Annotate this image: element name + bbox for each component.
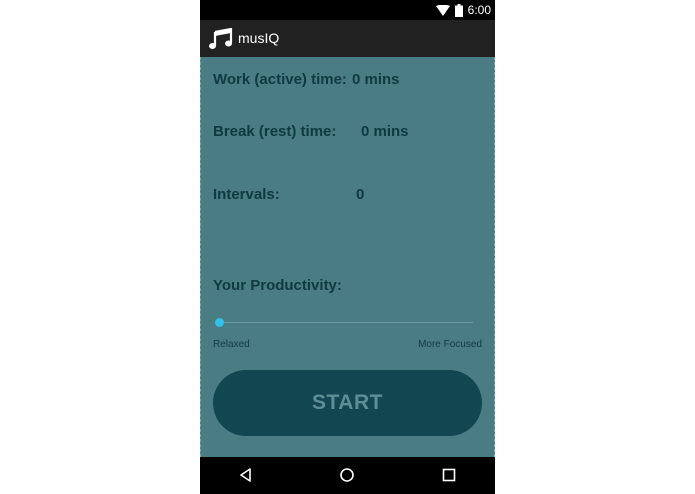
work-time-value[interactable]: 0 mins (352, 71, 400, 88)
app-bar: musIQ (200, 20, 495, 57)
main-content: Work (active) time: 0 mins Break (rest) … (200, 57, 495, 457)
music-note-icon (209, 27, 233, 50)
wifi-icon (435, 4, 450, 16)
back-icon[interactable] (238, 467, 254, 483)
slider-max-label: More Focused (418, 339, 482, 350)
navigation-bar (200, 457, 495, 494)
slider-min-label: Relaxed (213, 339, 250, 350)
intervals-value[interactable]: 0 (356, 186, 364, 203)
app-title: musIQ (238, 30, 280, 46)
intervals-label: Intervals: (213, 186, 280, 203)
status-bar: 6:00 (200, 0, 495, 20)
slider-track[interactable] (219, 322, 473, 323)
slider-thumb[interactable] (215, 318, 224, 327)
home-icon[interactable] (339, 467, 355, 483)
break-time-label: Break (rest) time: (213, 123, 337, 140)
phone-screen: 6:00 musIQ Work (active) time: 0 mins Br… (200, 0, 495, 494)
status-time: 6:00 (467, 3, 491, 17)
battery-icon (454, 3, 463, 17)
start-button[interactable]: START (213, 370, 482, 436)
recents-icon[interactable] (441, 467, 457, 483)
productivity-slider[interactable] (215, 317, 473, 329)
break-time-value[interactable]: 0 mins (361, 123, 409, 140)
productivity-label: Your Productivity: (213, 277, 342, 294)
status-icons: 6:00 (435, 3, 491, 17)
work-time-label: Work (active) time: (213, 71, 347, 88)
